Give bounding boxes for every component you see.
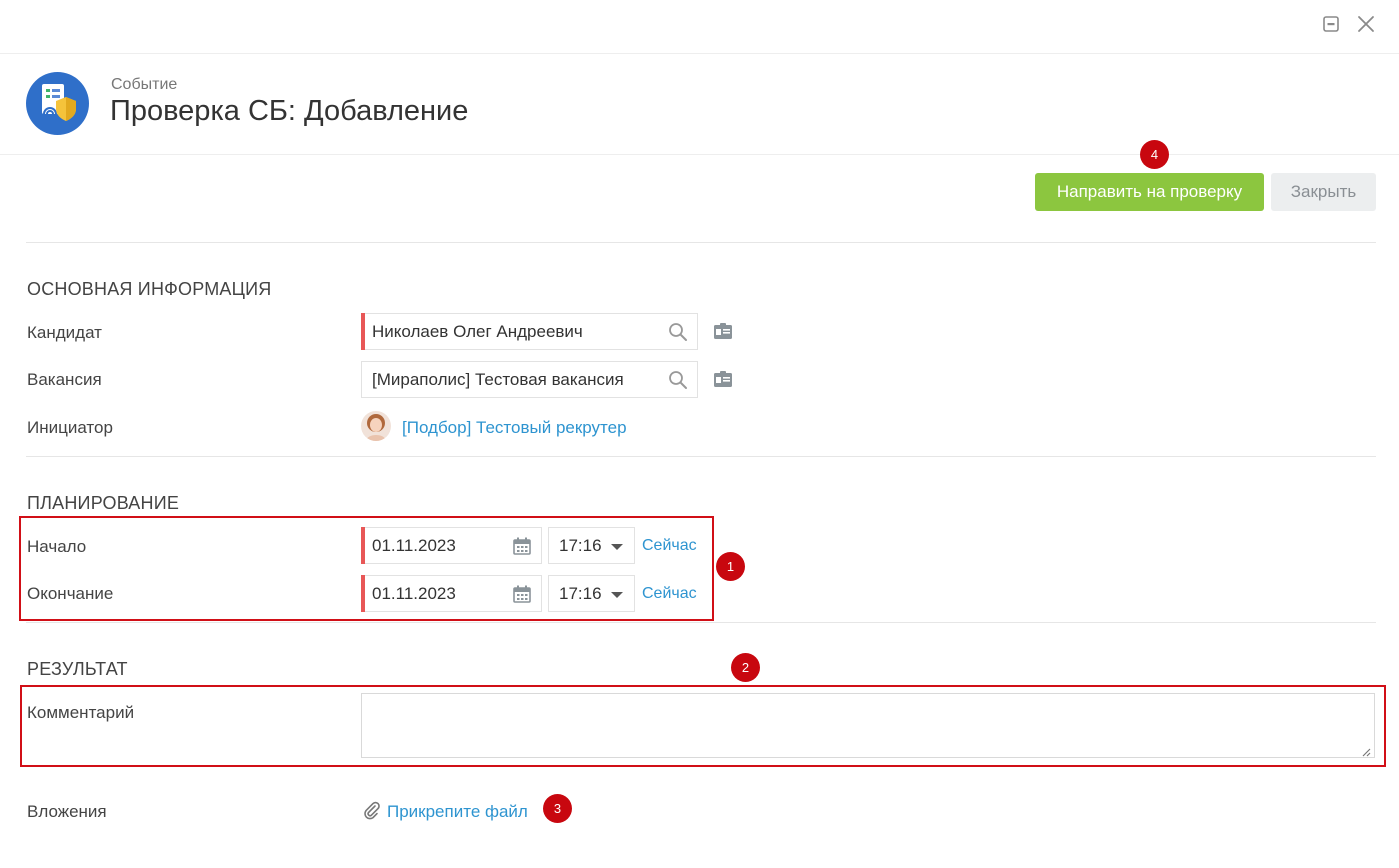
initiator-link[interactable]: [Подбор] Тестовый рекрутер [402, 418, 627, 438]
start-label: Начало [27, 537, 87, 556]
divider [26, 622, 1376, 623]
page-header: Событие Проверка СБ: Добавление [0, 54, 1399, 155]
end-time-select[interactable]: 17:16 [548, 575, 635, 612]
page-title: Проверка СБ: Добавление [110, 95, 469, 127]
end-label: Окончание [27, 584, 114, 603]
annotation-marker-3: 3 [543, 794, 572, 823]
end-date-field[interactable]: 01.11.2023 [361, 575, 542, 612]
divider [26, 242, 1376, 243]
annotation-marker-2: 2 [731, 653, 760, 682]
start-time-select[interactable]: 17:16 [548, 527, 635, 564]
page-subtitle: Событие [111, 76, 178, 93]
search-icon[interactable] [668, 370, 688, 390]
section-title-main-info: ОСНОВНАЯ ИНФОРМАЦИЯ [27, 279, 272, 299]
resize-handle-icon[interactable] [1361, 744, 1371, 757]
section-title-result: РЕЗУЛЬТАТ [27, 659, 128, 679]
attachments-label: Вложения [27, 802, 107, 821]
id-card-icon[interactable] [713, 322, 733, 340]
avatar [361, 411, 391, 441]
vacancy-field[interactable]: [Мираполис] Тестовая вакансия [361, 361, 698, 398]
start-date-field[interactable]: 01.11.2023 [361, 527, 542, 564]
initiator-label: Инициатор [27, 418, 113, 437]
end-date-value: 01.11.2023 [372, 584, 456, 603]
candidate-value: Николаев Олег Андреевич [372, 322, 583, 341]
calendar-icon[interactable] [512, 584, 532, 604]
vacancy-value: [Мираполис] Тестовая вакансия [372, 370, 624, 389]
chevron-down-icon [611, 592, 623, 598]
search-icon[interactable] [668, 322, 688, 342]
close-icon[interactable] [1355, 13, 1377, 35]
annotation-marker-1: 1 [716, 552, 745, 581]
end-time-value: 17:16 [559, 584, 602, 603]
submit-for-check-button[interactable]: Направить на проверку [1035, 173, 1264, 211]
chevron-down-icon [611, 544, 623, 550]
annotation-marker-4: 4 [1140, 140, 1169, 169]
id-card-icon[interactable] [713, 370, 733, 388]
minimize-icon[interactable] [1320, 13, 1342, 35]
paperclip-icon [361, 800, 381, 820]
candidate-field[interactable]: Николаев Олег Андреевич [361, 313, 698, 350]
security-check-logo-icon [26, 72, 89, 135]
vacancy-label: Вакансия [27, 370, 102, 389]
comment-textarea[interactable] [361, 693, 1375, 758]
attach-file-link[interactable]: Прикрепите файл [387, 802, 528, 822]
start-now-link[interactable]: Сейчас [642, 537, 697, 555]
end-now-link[interactable]: Сейчас [642, 585, 697, 603]
window-titlebar [0, 0, 1399, 54]
start-date-value: 01.11.2023 [372, 536, 456, 555]
comment-label: Комментарий [27, 703, 135, 722]
candidate-label: Кандидат [27, 323, 102, 342]
start-time-value: 17:16 [559, 536, 602, 555]
close-button[interactable]: Закрыть [1271, 173, 1376, 211]
calendar-icon[interactable] [512, 536, 532, 556]
divider [26, 456, 1376, 457]
section-title-planning: ПЛАНИРОВАНИЕ [27, 493, 180, 513]
